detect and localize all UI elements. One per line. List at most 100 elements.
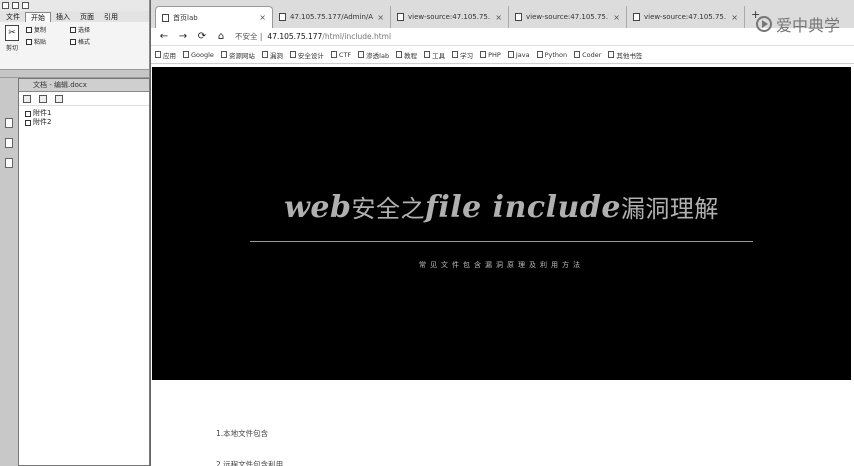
redo-icon[interactable] — [22, 2, 29, 9]
document-tab[interactable]: 文档 - 编辑.docx — [19, 79, 149, 92]
bookmark-icon — [358, 51, 365, 58]
undo-icon[interactable] — [12, 2, 19, 9]
bookmark-item[interactable]: 学习 — [452, 50, 473, 60]
title-divider — [250, 241, 753, 242]
bookmark-item[interactable]: 渗透lab — [358, 50, 389, 60]
bookmark-item[interactable]: 资源网站 — [220, 50, 255, 60]
outline-icon[interactable] — [5, 138, 13, 148]
bookmark-icon — [424, 51, 431, 58]
save-icon[interactable] — [2, 2, 9, 9]
browser-tab[interactable]: view-source:47.105.75.17 × — [509, 6, 627, 28]
node-icon — [25, 119, 31, 126]
tree-item[interactable]: 附件1 — [25, 109, 149, 118]
bookmark-icon — [507, 51, 514, 58]
side-toolbar — [0, 78, 18, 466]
outline-tree: 附件1 附件2 — [19, 106, 149, 127]
url-path: /html/include.html — [322, 32, 392, 41]
edit-group: 选择 格式 — [70, 25, 90, 46]
page-title: web安全之file include漏洞理解 — [284, 190, 719, 225]
format-icon — [70, 38, 77, 45]
bookmark-item[interactable]: 教程 — [396, 50, 417, 60]
home-button[interactable]: ⌂ — [216, 31, 226, 42]
app-body: 文档 - 编辑.docx 附件1 附件2 — [0, 78, 150, 466]
bookmark-item[interactable]: Python — [536, 51, 567, 59]
bookmark-icon — [289, 51, 296, 58]
clipboard-group: 复制 粘贴 — [26, 25, 46, 46]
reload-button[interactable]: ⟳ — [197, 31, 207, 42]
tab-home[interactable]: 开始 — [25, 12, 51, 22]
ribbon-panel: ✂ 剪切 复制 粘贴 选择 格式 — [0, 22, 149, 70]
select-button[interactable]: 选择 — [70, 25, 90, 34]
bookmark-folder[interactable]: 其他书签 — [608, 50, 642, 60]
scissors-icon: ✂ — [5, 25, 19, 41]
bookmark-icon — [155, 51, 161, 58]
page-favicon-icon — [515, 13, 522, 21]
page-favicon-icon — [633, 13, 640, 21]
screen: 文件 开始 插入 页面 引用 ✂ 剪切 复制 粘贴 选择 格式 文档 - 编辑.… — [0, 0, 854, 466]
copy-icon — [26, 26, 32, 33]
close-icon[interactable]: × — [259, 13, 266, 22]
bookmark-item[interactable]: Java — [507, 51, 530, 59]
play-icon — [755, 16, 772, 32]
toc-item[interactable]: 1.本地文件包含 — [216, 418, 283, 449]
filter-icon[interactable] — [55, 94, 63, 103]
bookmark-item[interactable]: 工具 — [424, 50, 445, 60]
page-favicon-icon — [279, 13, 286, 21]
cut-button[interactable]: ✂ 剪切 — [2, 25, 22, 52]
quick-access-toolbar — [0, 0, 149, 11]
table-of-contents: 1.本地文件包含 2.远程文件包含利用 — [216, 418, 283, 466]
bookmark-item[interactable]: 应用 — [155, 50, 176, 60]
toc-item[interactable]: 2.远程文件包含利用 — [216, 449, 283, 466]
ruler — [0, 70, 149, 78]
bookmark-item[interactable]: 漏洞 — [261, 50, 283, 60]
folder-icon — [608, 51, 615, 58]
bookmark-item[interactable]: Google — [183, 51, 214, 59]
watermark-logo: 爱中典学 — [755, 12, 840, 36]
close-icon[interactable]: × — [495, 13, 502, 22]
close-icon[interactable]: × — [613, 13, 620, 22]
hero-banner: web安全之file include漏洞理解 常见文件包含漏洞原理及利用方法 — [152, 67, 851, 380]
address-bar[interactable]: 不安全 | 47.105.75.177/html/include.html — [235, 31, 391, 42]
navigation-bar: ← → ⟳ ⌂ 不安全 | 47.105.75.177/html/include… — [151, 28, 854, 46]
bookmark-icon[interactable] — [5, 158, 13, 168]
bookmark-icon — [330, 51, 337, 58]
bookmark-item[interactable]: 安全设计 — [289, 50, 324, 60]
bookmark-icon — [480, 51, 487, 58]
bookmark-item[interactable]: Coder — [574, 51, 601, 59]
select-icon — [70, 26, 77, 33]
tab-insert[interactable]: 插入 — [51, 12, 75, 22]
pane-toolbar — [19, 92, 149, 106]
expand-icon[interactable] — [23, 94, 31, 103]
forward-button[interactable]: → — [178, 31, 188, 42]
back-button[interactable]: ← — [159, 31, 169, 42]
security-indicator[interactable]: 不安全 | — [235, 31, 262, 42]
tab-layout[interactable]: 页面 — [75, 12, 99, 22]
node-icon — [25, 110, 31, 117]
collapse-icon[interactable] — [39, 94, 47, 103]
bookmark-icon — [536, 51, 543, 58]
browser-tab[interactable]: 首页lab × — [155, 6, 273, 28]
browser-window: 首页lab × 47.105.75.177/Admin/Ac × view-so… — [150, 0, 854, 466]
tab-references[interactable]: 引用 — [99, 12, 123, 22]
url-host: 47.105.75.177 — [267, 32, 323, 41]
bookmark-icon — [574, 51, 581, 58]
bookmark-item[interactable]: CTF — [330, 51, 351, 59]
page-icon[interactable] — [5, 118, 13, 128]
browser-tab[interactable]: 47.105.75.177/Admin/Ac × — [273, 6, 391, 28]
bookmark-icon — [183, 51, 189, 58]
close-icon[interactable]: × — [731, 13, 738, 22]
tab-file[interactable]: 文件 — [1, 12, 25, 22]
bookmark-icon — [261, 51, 268, 58]
browser-tab[interactable]: view-source:47.105.75.17 × — [391, 6, 509, 28]
page-favicon-icon — [397, 13, 404, 21]
page-subtitle: 常见文件包含漏洞原理及利用方法 — [419, 261, 584, 269]
tree-item[interactable]: 附件2 — [25, 118, 149, 127]
close-icon[interactable]: × — [377, 13, 384, 22]
format-button[interactable]: 格式 — [70, 37, 90, 46]
paste-button[interactable]: 粘贴 — [26, 37, 46, 46]
browser-tab[interactable]: view-source:47.105.75.17 × — [627, 6, 745, 28]
ribbon-tabs: 文件 开始 插入 页面 引用 — [0, 11, 149, 22]
copy-button[interactable]: 复制 — [26, 25, 46, 34]
bookmark-item[interactable]: PHP — [480, 51, 501, 59]
bookmarks-bar: 应用 Google 资源网站 漏洞 安全设计 CTF 渗透lab 教程 工具 学… — [151, 46, 854, 64]
